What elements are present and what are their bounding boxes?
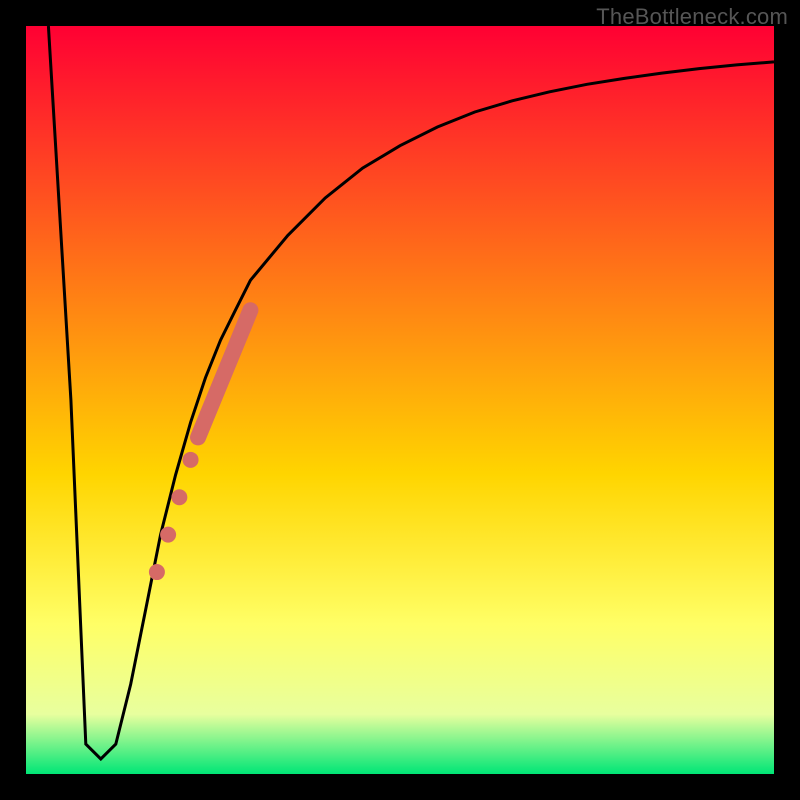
plot-area [26, 26, 774, 774]
bottleneck-chart: TheBottleneck.com [0, 0, 800, 800]
curve-marker-dot [183, 452, 199, 468]
watermark-text: TheBottleneck.com [596, 4, 788, 30]
chart-svg [0, 0, 800, 800]
curve-marker-dot [171, 489, 187, 505]
curve-marker-dot [160, 527, 176, 543]
curve-marker-dot [149, 564, 165, 580]
